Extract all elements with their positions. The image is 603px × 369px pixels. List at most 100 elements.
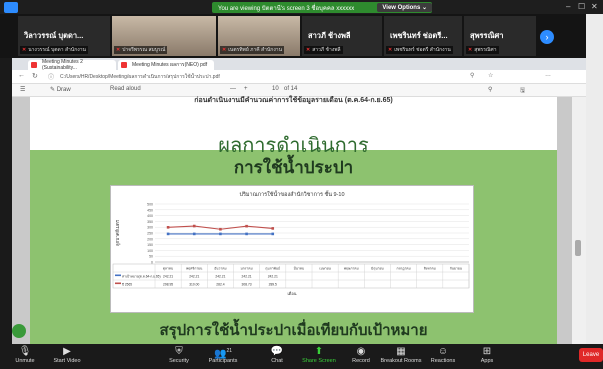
data-point: [192, 232, 196, 236]
data-label: 242.21: [268, 275, 278, 279]
btn-label: Share Screen: [302, 358, 336, 364]
section2-heading: สรุปการใช้น้ำประปาเมื่อเทียบกับเป้าหมาย: [159, 323, 428, 339]
reactions-button[interactable]: ☺ Reactions: [420, 345, 466, 364]
y-tick-label: 200: [147, 237, 153, 241]
participant-label: เนตรทิพย์ ภาคี สำนักงาน: [228, 47, 282, 53]
data-point: [219, 232, 222, 236]
zoom-icon[interactable]: ⚲: [470, 72, 474, 79]
x-tick-label: พฤษภาคม: [344, 267, 359, 271]
muted-mic-icon: ✕: [468, 47, 473, 53]
zoom-in-icon[interactable]: +: [244, 86, 248, 92]
y-tick-label: 150: [147, 243, 153, 247]
x-tick-label: ธันวาคม: [214, 267, 226, 271]
x-tick-label: เมษายน: [319, 267, 331, 271]
participant-video-tile[interactable]: ✕ เนตรทิพย์ ภาคี สำนักงาน: [218, 16, 300, 56]
legend-swatch: [115, 282, 121, 285]
y-tick-label: 300: [147, 226, 153, 230]
btn-label: Security: [169, 358, 189, 364]
muted-mic-icon: ✕: [388, 47, 393, 53]
participants-icon: 👥21: [213, 348, 232, 360]
btn-label: Chat: [271, 358, 283, 364]
maximize-icon[interactable]: ☐: [578, 2, 585, 11]
x-tick-label: กันยายน: [450, 267, 463, 271]
breakout-rooms-button[interactable]: ▦ Breakout Rooms: [378, 345, 424, 364]
read-aloud-label: Read aloud: [110, 86, 141, 92]
data-point: [245, 224, 248, 228]
y-tick-label: 250: [147, 232, 153, 236]
participants-count: 21: [226, 348, 232, 354]
participant-name: เพชรินทร์ ช่อตรี...: [390, 31, 448, 40]
participant-name: วิลาวรรณ์ บุตดา...: [24, 31, 84, 40]
data-label: 282.4: [216, 283, 224, 287]
side-toolbar: [586, 14, 603, 344]
scrollbar-thumb[interactable]: [575, 240, 581, 256]
data-point: [192, 224, 196, 228]
pdf-page-top: ก่อนดำเนินงานมีคำนวณค่าการใช้ข้อมูลรายเด…: [30, 97, 557, 117]
page-top-caption: ก่อนดำเนินงานมีคำนวณค่าการใช้ข้อมูลรายเด…: [194, 97, 393, 104]
y-tick-label: 350: [147, 220, 153, 224]
participant-tile[interactable]: วิลาวรรณ์ บุตดา... ✕ นางวรรณ์ บุตดา สำนัก…: [18, 16, 110, 56]
scrollbar[interactable]: [572, 97, 586, 344]
participant-label: นางวรรณ์ บุตดา สำนักงาน: [28, 47, 86, 53]
x-tick-label: มกราคม: [240, 267, 252, 271]
participant-tile[interactable]: สาวภี ช้างพลี ✕ สาวภี ช้างพลี: [302, 16, 382, 56]
pdf-icon: [121, 62, 127, 68]
search-icon[interactable]: ⚲: [488, 86, 492, 93]
close-icon[interactable]: ✕: [591, 2, 598, 11]
participant-video-tile[interactable]: ✕ ปาจรีพรรณ สมบูรณ์: [112, 16, 216, 56]
x-tick-label: สิงหาคม: [424, 267, 436, 271]
page-subtitle: การใช้น้ำประปา: [233, 158, 354, 177]
btn-label: Start Video: [53, 358, 81, 364]
next-page-arrow-icon[interactable]: ›: [540, 30, 554, 44]
pdf-icon: [31, 62, 37, 68]
video-icon: ▶: [63, 346, 71, 357]
participant-tile[interactable]: สุพรรณิศา ✕ สุพรรณิศา: [464, 16, 536, 56]
x-tick-label: ตุลาคม: [163, 267, 173, 272]
data-label: 242.21: [189, 275, 199, 279]
reactions-icon: ☺: [437, 346, 449, 357]
security-button[interactable]: ⛨ Security: [156, 345, 202, 364]
annotation-fab-icon[interactable]: [12, 324, 26, 338]
legend-entry: ปี 2565: [122, 283, 133, 287]
view-options-label: View Options: [382, 4, 421, 11]
url-input[interactable]: C:/Users/HR/Desktop/Meeting/ผลการดำเนินก…: [60, 73, 440, 81]
browser-tab-active[interactable]: Meeting Minutes ผลการ(NEO) pdf: [118, 60, 214, 70]
leave-button[interactable]: Leave: [579, 348, 603, 362]
screen-share-banner: You are viewing ปัตตานี's screen 3 ชื่อบ…: [212, 2, 432, 13]
read-aloud-button[interactable]: Read aloud: [110, 86, 141, 92]
zoom-out-icon[interactable]: —: [230, 86, 236, 92]
apps-button[interactable]: ⊞ Apps: [464, 345, 510, 364]
muted-mic-icon: ✕: [306, 47, 311, 53]
draw-label: Draw: [56, 87, 71, 93]
favorite-icon[interactable]: ☆: [488, 72, 493, 79]
page-count: of 14: [284, 86, 298, 92]
data-label: 308.73: [242, 283, 252, 287]
btn-label: Reactions: [430, 358, 456, 364]
unmute-button[interactable]: 🎙 Unmute: [2, 345, 48, 364]
share-screen-button[interactable]: ⬆ Share Screen: [296, 345, 342, 364]
more-icon[interactable]: …: [545, 72, 551, 78]
x-tick-label: กรกฎาคม: [396, 267, 410, 271]
participant-label: ปาจรีพรรณ สมบูรณ์: [122, 47, 166, 53]
contents-icon[interactable]: ☰: [20, 86, 25, 93]
water-usage-chart: ปริมาณการใช้น้ำของสำนักวิชาการ ชั้น 9-10…: [112, 190, 470, 296]
view-options-button[interactable]: View Options ⌄: [377, 3, 432, 12]
start-video-button[interactable]: ▶ Start Video: [44, 345, 90, 364]
muted-mic-icon: ✕: [222, 47, 227, 53]
btn-label: Participants: [208, 358, 238, 364]
chat-button[interactable]: 💬 Chat: [254, 345, 300, 364]
participants-button[interactable]: 👥21 Participants: [200, 345, 246, 364]
legend-entry: ค่าเป้าหมาย(ต.ค.64-ก.ย.65): [122, 275, 161, 279]
page-number-field[interactable]: 10: [272, 86, 279, 92]
back-icon[interactable]: ←: [18, 72, 25, 79]
reload-icon[interactable]: ↻: [32, 72, 38, 80]
participant-label: สุพรรณิศา: [474, 47, 497, 53]
data-label: 242.21: [163, 275, 173, 279]
x-tick-label: พฤศจิกายน: [186, 267, 203, 271]
zoom-logo-icon: [4, 2, 18, 13]
btn-label: Breakout Rooms: [380, 358, 422, 364]
minimize-icon[interactable]: –: [566, 2, 570, 11]
draw-tool[interactable]: ✎ Draw: [50, 86, 71, 93]
browser-tab[interactable]: Meeting Minutes 2 (Sustainability...: [28, 59, 116, 71]
participant-tile[interactable]: เพชรินทร์ ช่อตรี... ✕ เพชรินทร์ ช่อตรี สำ…: [384, 16, 462, 56]
